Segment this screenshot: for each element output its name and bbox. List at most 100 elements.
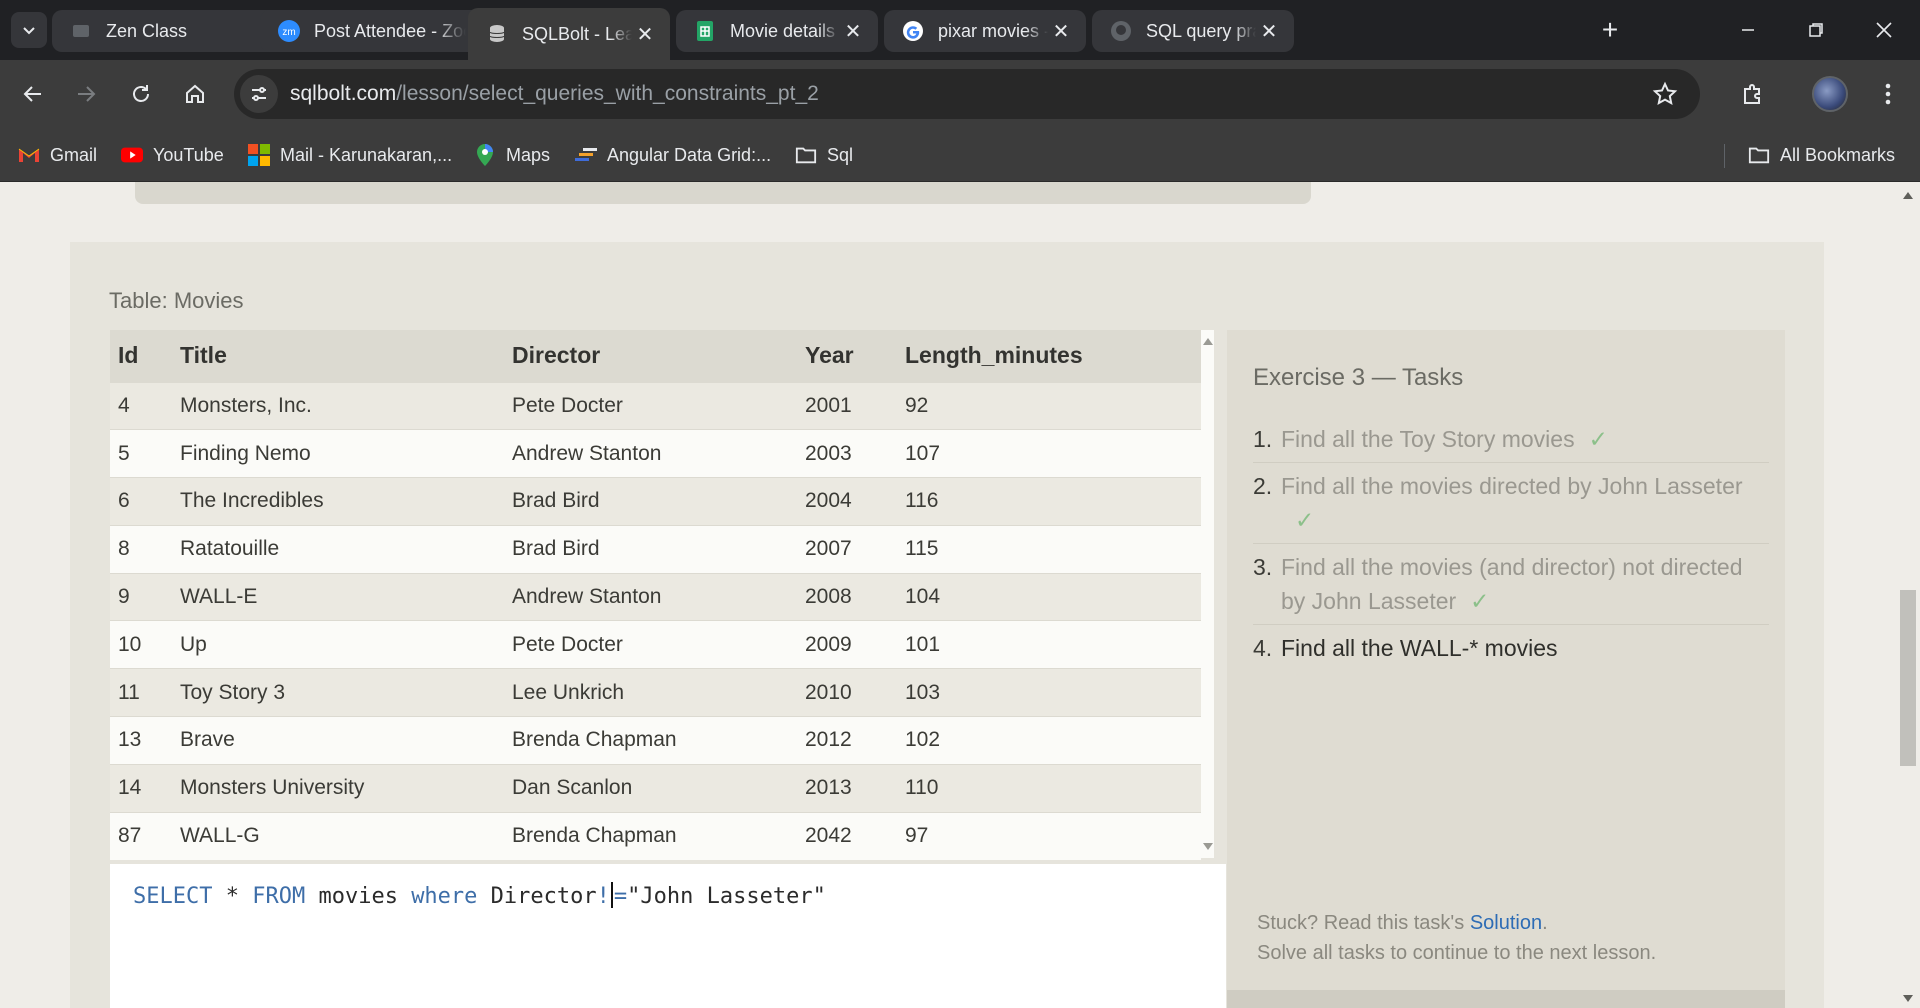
cell-length: 116 bbox=[897, 477, 1201, 526]
site-info-button[interactable] bbox=[240, 75, 278, 113]
table-row: 4 Monsters, Inc. Pete Docter 2001 92 bbox=[110, 381, 1201, 430]
cell-length: 101 bbox=[897, 620, 1201, 669]
cell-length: 107 bbox=[897, 429, 1201, 478]
sql-operator: = bbox=[613, 884, 628, 909]
minimize-button[interactable] bbox=[1714, 0, 1782, 60]
bookmark-label: Mail - Karunakaran,... bbox=[280, 144, 453, 165]
tab-pixar-movies[interactable]: pixar movies - Google Search ✕ bbox=[884, 10, 1086, 52]
sql-editor[interactable]: SELECT * FROM movies where Director! ="Jo… bbox=[110, 864, 1226, 1008]
cell-year: 2042 bbox=[797, 811, 897, 860]
extensions-button[interactable] bbox=[1733, 74, 1773, 114]
page-scrollbar[interactable] bbox=[1896, 182, 1920, 1008]
bookmark-gmail[interactable]: Gmail bbox=[18, 140, 97, 170]
scroll-up-arrow-icon[interactable] bbox=[1203, 338, 1213, 345]
close-icon[interactable]: ✕ bbox=[632, 21, 658, 47]
tab-search-button[interactable] bbox=[11, 12, 47, 48]
cell-length: 110 bbox=[897, 763, 1201, 813]
solution-link[interactable]: Solution bbox=[1470, 912, 1542, 934]
scroll-down-arrow-icon[interactable] bbox=[1903, 995, 1913, 1002]
chevron-down-icon bbox=[23, 27, 35, 35]
cell-title: The Incredibles bbox=[172, 477, 504, 526]
tune-icon bbox=[252, 87, 266, 101]
back-button[interactable] bbox=[13, 74, 53, 114]
tasks-panel: Exercise 3 — Tasks 1. Find all the Toy S… bbox=[1227, 330, 1785, 1008]
checkmark-icon: ✓ bbox=[1470, 588, 1490, 614]
cell-length: 104 bbox=[897, 572, 1201, 621]
column-header-year: Year bbox=[797, 330, 897, 382]
bookmark-maps[interactable]: Maps bbox=[474, 140, 550, 170]
task-text: Find all the movies (and director) not d… bbox=[1281, 554, 1743, 614]
sql-query-text[interactable]: SELECT * FROM movies where Director! ="Jo… bbox=[133, 882, 826, 909]
cell-year: 2003 bbox=[797, 429, 897, 478]
task-number: 2. bbox=[1253, 473, 1273, 499]
minimize-icon bbox=[1742, 29, 1754, 31]
scroll-up-arrow-icon[interactable] bbox=[1903, 192, 1913, 199]
reload-button[interactable] bbox=[121, 74, 161, 114]
cell-id: 6 bbox=[110, 477, 172, 526]
address-bar[interactable]: sqlbolt.com/lesson/select_queries_with_c… bbox=[234, 69, 1700, 119]
menu-button[interactable] bbox=[1868, 74, 1908, 114]
text-caret bbox=[610, 882, 613, 908]
cell-title: Monsters University bbox=[172, 763, 504, 813]
cell-id: 87 bbox=[110, 811, 172, 860]
bookmark-mail[interactable]: Mail - Karunakaran,... bbox=[248, 140, 452, 170]
tab-sql-query-practice[interactable]: SQL query practice ✕ bbox=[1092, 10, 1294, 52]
cell-year: 2008 bbox=[797, 572, 897, 621]
close-icon[interactable]: ✕ bbox=[1048, 18, 1074, 44]
bookmark-star-icon[interactable] bbox=[1652, 81, 1678, 107]
sql-keyword-from: FROM bbox=[252, 884, 306, 909]
tab-strip: Zen Class ✕ zm Post Attendee - Zoom ✕ SQ… bbox=[0, 0, 1920, 60]
google-icon bbox=[902, 20, 924, 42]
sql-operator: ! bbox=[596, 884, 610, 909]
home-button[interactable] bbox=[175, 74, 215, 114]
task-item: 3. Find all the movies (and director) no… bbox=[1253, 544, 1769, 625]
bookmark-folder-sql[interactable]: Sql bbox=[795, 140, 853, 170]
table-row: 87 WALL-G Brenda Chapman 2042 97 bbox=[110, 811, 1201, 860]
tab-sqlbolt[interactable]: SQLBolt - Learn SQL ✕ bbox=[468, 8, 670, 60]
sqlbolt-icon bbox=[486, 23, 508, 45]
cell-title: Monsters, Inc. bbox=[172, 381, 504, 430]
scrollbar-thumb[interactable] bbox=[1900, 590, 1916, 766]
bookmark-youtube[interactable]: YouTube bbox=[121, 140, 224, 170]
all-bookmarks-button[interactable]: All Bookmarks bbox=[1748, 140, 1895, 170]
bookmark-angular-data-grid[interactable]: Angular Data Grid:... bbox=[575, 140, 771, 170]
results-table-container: Id Title Director Year Length_minutes 4M… bbox=[110, 330, 1214, 860]
task-text-wrap: Find all the movies (and director) not d… bbox=[1281, 550, 1769, 618]
task-text: Find all the WALL-* movies bbox=[1281, 635, 1558, 661]
task-number: 4. bbox=[1253, 635, 1273, 661]
column-header-id: Id bbox=[110, 330, 172, 382]
cell-year: 2001 bbox=[797, 381, 897, 430]
profile-avatar[interactable] bbox=[1812, 76, 1848, 112]
bookmarks-divider bbox=[1724, 144, 1725, 168]
column-header-director: Director bbox=[504, 330, 797, 382]
cell-director: Pete Docter bbox=[504, 381, 797, 430]
youtube-icon bbox=[121, 144, 143, 166]
table-caption: Table: Movies bbox=[109, 288, 244, 313]
table-scrollbar[interactable] bbox=[1201, 330, 1214, 858]
cell-director: Brad Bird bbox=[504, 524, 797, 574]
table-row: 5 Finding Nemo Andrew Stanton 2003 107 bbox=[110, 429, 1201, 478]
arrow-left-icon bbox=[23, 86, 41, 102]
cell-year: 2009 bbox=[797, 620, 897, 669]
scroll-down-arrow-icon[interactable] bbox=[1203, 843, 1213, 850]
close-icon[interactable]: ✕ bbox=[840, 18, 866, 44]
close-window-button[interactable] bbox=[1850, 0, 1918, 60]
close-icon[interactable]: ✕ bbox=[1256, 18, 1282, 44]
cell-id: 9 bbox=[110, 572, 172, 621]
bookmark-label: Sql bbox=[827, 144, 854, 165]
cell-title: WALL-E bbox=[172, 572, 504, 621]
more-vert-icon bbox=[1885, 83, 1891, 105]
forward-button[interactable] bbox=[66, 74, 106, 114]
cell-id: 10 bbox=[110, 620, 172, 669]
cell-title: Finding Nemo bbox=[172, 429, 504, 478]
close-icon bbox=[1876, 22, 1892, 38]
restore-button[interactable] bbox=[1782, 0, 1850, 60]
tab-movie-details[interactable]: Movie details - Google Sheets ✕ bbox=[676, 10, 878, 52]
tab-label: SQL query practice bbox=[1146, 20, 1256, 41]
new-tab-button[interactable]: + bbox=[1592, 12, 1628, 48]
sql-string-value: "John Lasseter" bbox=[627, 884, 826, 909]
all-bookmarks-label: All Bookmarks bbox=[1780, 144, 1896, 165]
browser-toolbar: sqlbolt.com/lesson/select_queries_with_c… bbox=[0, 60, 1920, 128]
sql-star: * bbox=[212, 884, 253, 909]
sheets-icon bbox=[694, 20, 716, 42]
